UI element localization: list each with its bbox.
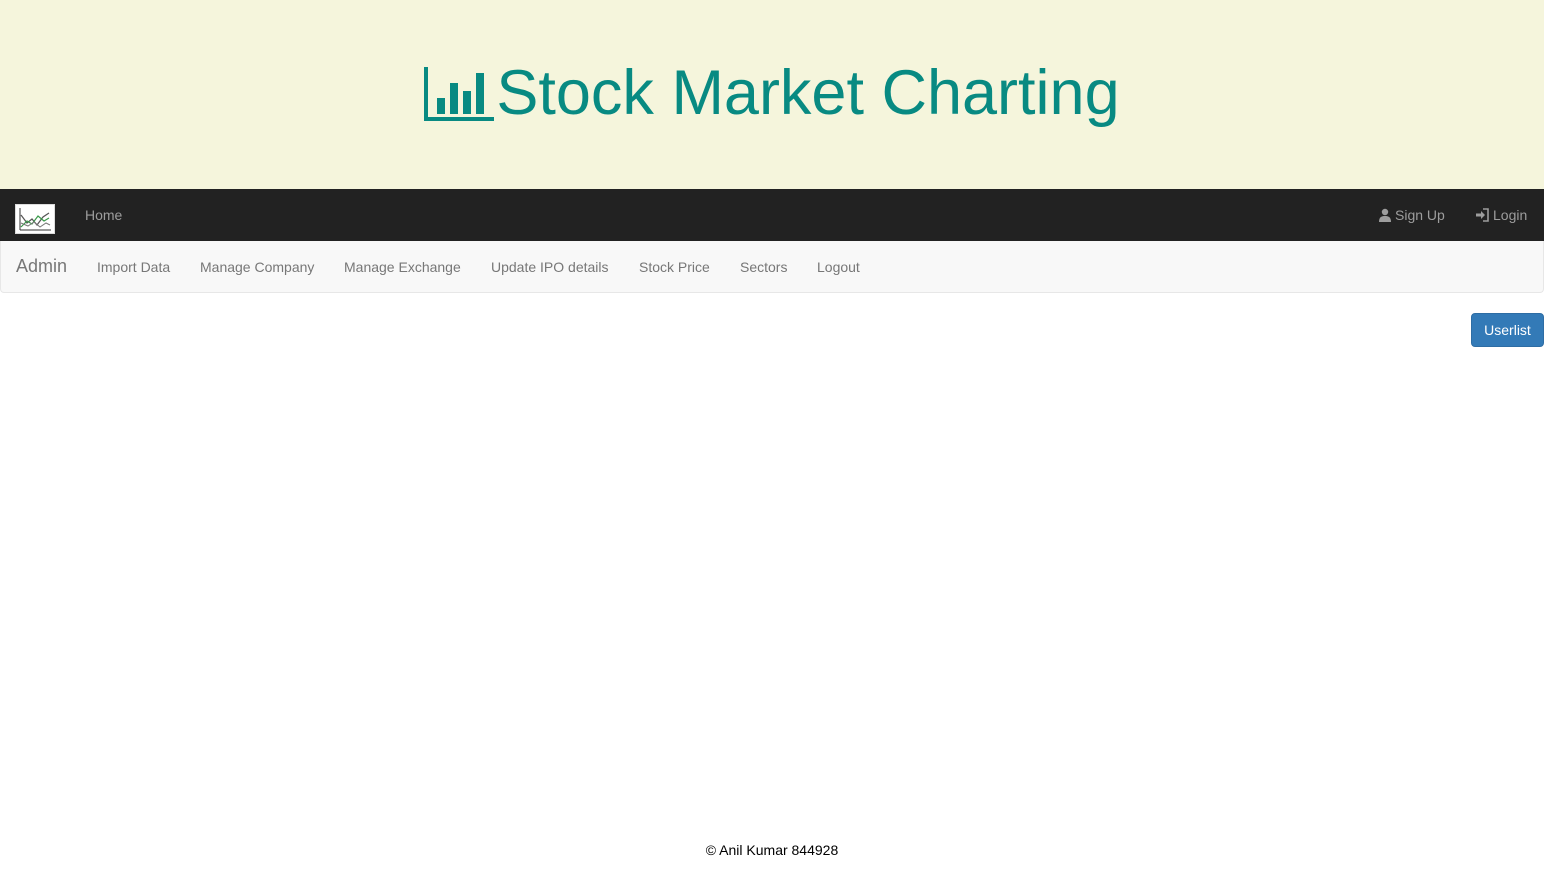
admin-brand[interactable]: Admin <box>16 256 67 277</box>
nav-stock-price[interactable]: Stock Price <box>639 259 710 275</box>
userlist-button[interactable]: Userlist <box>1471 313 1544 347</box>
stock-chart-logo[interactable] <box>15 204 55 234</box>
nav-manage-company[interactable]: Manage Company <box>200 259 314 275</box>
user-icon <box>1378 208 1392 222</box>
bar-chart-icon <box>424 67 495 121</box>
admin-navbar: Admin Import Data Manage Company Manage … <box>0 241 1544 293</box>
nav-login-label: Login <box>1493 207 1528 223</box>
nav-home-link[interactable]: Home <box>85 207 122 223</box>
nav-update-ipo-details[interactable]: Update IPO details <box>491 259 609 275</box>
page-title-text: Stock Market Charting <box>496 58 1120 128</box>
header-banner: Stock Market Charting <box>0 0 1544 189</box>
nav-signup-link[interactable]: Sign Up <box>1378 207 1445 223</box>
nav-login-link[interactable]: Login <box>1475 207 1527 223</box>
footer-copyright: © Anil Kumar 844928 <box>705 842 839 858</box>
nav-manage-exchange[interactable]: Manage Exchange <box>344 259 461 275</box>
log-in-icon <box>1475 208 1490 222</box>
page: Stock Market Charting Home Sign Up Login… <box>0 0 1544 870</box>
nav-logout[interactable]: Logout <box>817 259 860 275</box>
page-title: Stock Market Charting <box>424 58 1120 128</box>
nav-signup-label: Sign Up <box>1395 207 1445 223</box>
top-navbar: Home Sign Up Login <box>0 189 1544 241</box>
nav-import-data[interactable]: Import Data <box>97 259 170 275</box>
nav-sectors[interactable]: Sectors <box>740 259 787 275</box>
